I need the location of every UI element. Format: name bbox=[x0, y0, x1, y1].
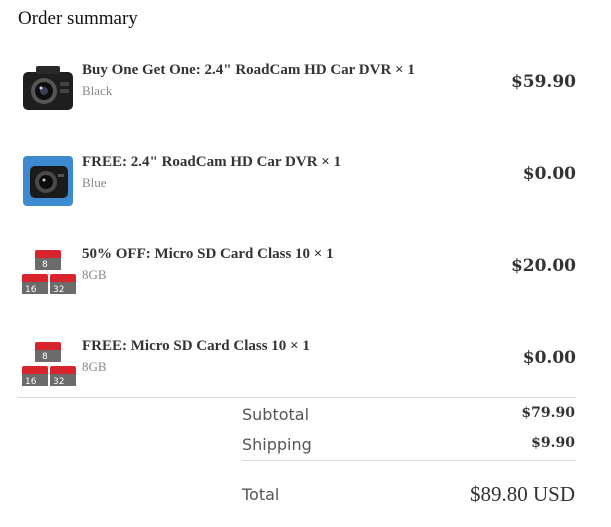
subtotal-value: $79.90 bbox=[521, 405, 575, 421]
subtotal-label: Subtotal bbox=[242, 405, 310, 424]
svg-text:32: 32 bbox=[53, 285, 64, 295]
item-variant: 8GB bbox=[82, 267, 107, 282]
line-item: 8 16 32 FREE: Micro SD Card Class 10 × 1… bbox=[18, 338, 578, 410]
sd-cards-icon: 8 16 32 bbox=[20, 338, 76, 394]
item-price: $59.90 bbox=[510, 72, 576, 92]
dashcam-blue-icon bbox=[20, 154, 76, 210]
line-item: FREE: 2.4" RoadCam HD Car DVR × 1 Blue $… bbox=[18, 154, 578, 226]
summary-divider bbox=[242, 460, 576, 461]
item-title: FREE: 2.4" RoadCam HD Car DVR × 1 bbox=[82, 154, 342, 170]
items-divider bbox=[18, 397, 576, 398]
sd-cards-icon: 8 16 32 bbox=[20, 246, 76, 302]
shipping-label: Shipping bbox=[242, 435, 312, 454]
svg-text:8: 8 bbox=[42, 352, 48, 362]
dashcam-black-icon bbox=[20, 62, 76, 118]
total-value: $89.80 USD bbox=[469, 482, 575, 506]
line-item: Buy One Get One: 2.4" RoadCam HD Car DVR… bbox=[18, 62, 578, 134]
line-item: 8 16 32 50% OFF: Micro SD Card Class 10 … bbox=[18, 246, 578, 318]
total-label: Total bbox=[242, 485, 280, 504]
item-price: $20.00 bbox=[510, 256, 576, 276]
shipping-value: $9.90 bbox=[531, 435, 575, 451]
item-title: 50% OFF: Micro SD Card Class 10 × 1 bbox=[82, 246, 334, 262]
svg-text:32: 32 bbox=[53, 377, 64, 387]
item-price: $0.00 bbox=[522, 348, 576, 368]
svg-text:8: 8 bbox=[42, 260, 48, 270]
item-variant: Black bbox=[82, 83, 113, 98]
svg-text:16: 16 bbox=[25, 377, 37, 387]
svg-text:16: 16 bbox=[25, 285, 37, 295]
item-title: Buy One Get One: 2.4" RoadCam HD Car DVR… bbox=[82, 62, 415, 78]
item-variant: 8GB bbox=[82, 359, 107, 374]
order-summary-title: Order summary bbox=[18, 8, 138, 29]
item-variant: Blue bbox=[82, 175, 107, 190]
item-price: $0.00 bbox=[522, 164, 576, 184]
item-title: FREE: Micro SD Card Class 10 × 1 bbox=[82, 338, 310, 354]
